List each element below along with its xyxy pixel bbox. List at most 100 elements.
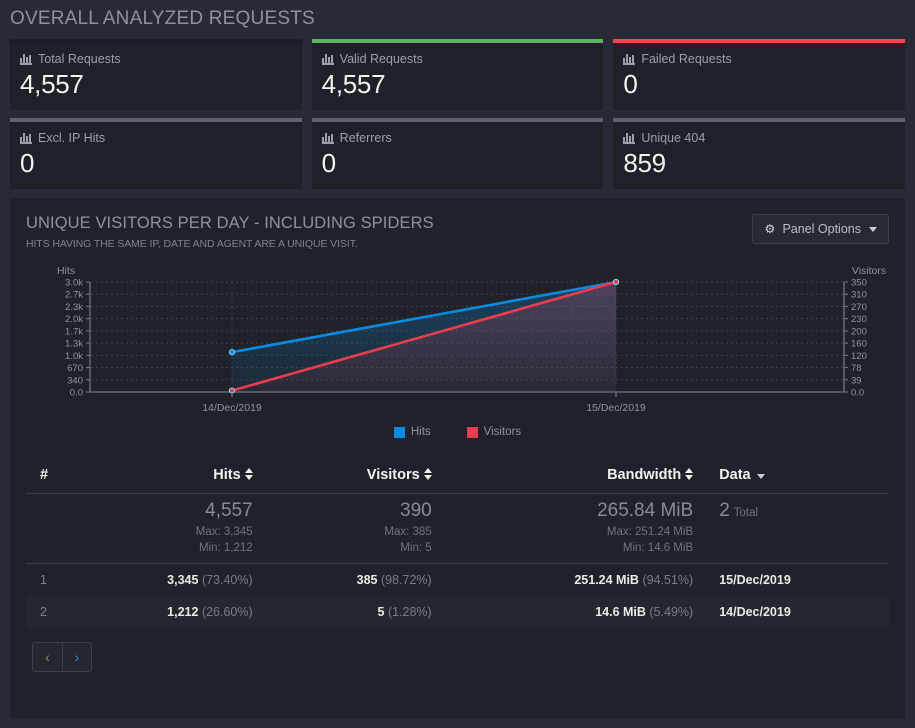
row-hits-value: 3,345: [167, 572, 199, 587]
card-failed-requests: Failed Requests 0: [613, 39, 906, 110]
pagination: ‹ ›: [26, 641, 889, 672]
bar-chart-icon: [623, 53, 636, 65]
row-bandwidth-pct: (94.51%): [642, 572, 694, 587]
svg-text:230: 230: [851, 314, 867, 325]
legend-label-visitors: Visitors: [483, 426, 522, 438]
card-referrers-label-text: Referrers: [339, 131, 392, 145]
visitors-panel: UNIQUE VISITORS PER DAY - INCLUDING SPID…: [10, 198, 905, 719]
svg-text:78: 78: [851, 363, 862, 374]
row-hits-pct: (73.40%): [201, 572, 253, 587]
svg-text:2.3k: 2.3k: [65, 302, 83, 313]
svg-text:39: 39: [851, 375, 862, 386]
chevron-right-icon[interactable]: ›: [62, 641, 92, 672]
dashboard-page: OVERALL ANALYZED REQUESTS Total Requests…: [0, 0, 915, 728]
legend-label-hits: Hits: [410, 426, 431, 438]
table-header-row: # Hits Visitors Bandwidth Data: [26, 459, 889, 494]
summary-bandwidth-cell: 265.84 MiB Max: 251.24 MiB Min: 14.6 MiB: [444, 494, 705, 563]
data-table-body: 4,557 Max: 3,345 Min: 1,212 390 Max: 385…: [26, 494, 889, 628]
th-bandwidth[interactable]: Bandwidth: [443, 459, 706, 494]
summary-hits-min: Min: 1,212: [198, 542, 253, 554]
legend-item-hits[interactable]: Hits: [393, 426, 431, 438]
sort-icon: [685, 468, 694, 480]
th-hits-label: Hits: [213, 467, 241, 483]
card-referrers-value: 0: [321, 148, 336, 178]
card-total-requests-value: 4,557: [20, 69, 84, 99]
row-bandwidth-value: 251.24 MiB: [574, 572, 639, 587]
card-failed-requests-label-text: Failed Requests: [641, 52, 732, 66]
card-unique-404-label: Unique 404: [623, 130, 895, 146]
legend-swatch-visitors: [466, 426, 478, 438]
card-failed-requests-label: Failed Requests: [623, 51, 895, 67]
row-index: 2: [40, 604, 47, 619]
summary-visitors-max: Max: 385: [384, 526, 432, 538]
card-unique-404: Unique 404 859: [613, 118, 906, 189]
visitors-chart-svg: Hits Visitors 0.03406701.0k1.3k1.7k2.0k2…: [57, 265, 886, 414]
svg-text:670: 670: [67, 363, 83, 374]
card-excl-ip-hits: Excl. IP Hits 0: [10, 118, 302, 189]
card-total-requests-label: Total Requests: [20, 51, 292, 67]
summary-row: 4,557 Max: 3,345 Min: 1,212 390 Max: 385…: [26, 494, 889, 563]
caret-down-icon: [869, 226, 877, 232]
bar-chart-icon: [20, 53, 32, 65]
card-valid-requests-value: 4,557: [321, 69, 386, 99]
summary-visitors-total: 390: [400, 500, 432, 521]
card-unique-404-label-text: Unique 404: [641, 131, 706, 145]
row-hits: 3,345 (73.40%): [66, 563, 265, 596]
th-data[interactable]: Data: [705, 459, 889, 494]
data-table-head: # Hits Visitors Bandwidth Data: [26, 459, 889, 494]
row-data: 14/Dec/2019: [719, 604, 791, 619]
bar-chart-icon: [623, 132, 636, 144]
th-index: #: [26, 459, 66, 494]
data-table: # Hits Visitors Bandwidth Data 4,557 Max…: [26, 459, 889, 628]
th-data-label: Data: [719, 467, 751, 483]
svg-text:2.7k: 2.7k: [65, 290, 83, 301]
legend-swatch-hits: [393, 426, 405, 438]
row-hits-pct: (26.60%): [201, 604, 253, 619]
row-hits-value: 1,212: [167, 604, 199, 619]
svg-text:270: 270: [851, 302, 867, 313]
summary-visitors-min: Min: 5: [400, 542, 432, 554]
bar-chart-icon: [321, 53, 334, 65]
bar-chart-icon: [321, 132, 334, 144]
panel-options-label: Panel Options: [782, 222, 861, 236]
chevron-left-icon[interactable]: ‹: [32, 641, 62, 672]
summary-count-label: Total: [733, 507, 759, 519]
chart-legend: Hits Visitors: [26, 426, 889, 438]
row-bandwidth: 14.6 MiB (5.49%): [444, 596, 705, 628]
row-visitors: 5 (1.28%): [265, 596, 444, 628]
svg-text:310: 310: [851, 290, 867, 301]
card-excl-ip-hits-value: 0: [20, 148, 35, 178]
card-excl-ip-hits-label-text: Excl. IP Hits: [38, 131, 106, 145]
summary-count-value: 2: [719, 500, 730, 521]
card-unique-404-value: 859: [623, 148, 666, 178]
card-referrers-label: Referrers: [321, 130, 594, 146]
gear-icon: ⚙: [764, 222, 776, 236]
row-index: 1: [40, 572, 47, 587]
overall-cards-row-2: Excl. IP Hits 0 Referrers 0 Unique 404 8…: [10, 118, 906, 189]
svg-text:15/Dec/2019: 15/Dec/2019: [586, 402, 646, 414]
overall-cards-row-1: Total Requests 4,557 Valid Requests 4,55…: [10, 39, 906, 110]
legend-item-visitors[interactable]: Visitors: [466, 426, 522, 438]
summary-bandwidth-max: Max: 251.24 MiB: [606, 526, 694, 538]
card-referrers: Referrers 0: [311, 118, 604, 189]
table-row[interactable]: 1 3,345 (73.40%) 385 (98.72%) 251.24 MiB…: [26, 563, 889, 596]
sort-icon: [244, 468, 253, 480]
svg-text:0.0: 0.0: [70, 388, 83, 399]
bar-chart-icon: [20, 132, 32, 144]
visitors-chart: Hits Visitors 0.0 340 670 1.0k 1.3k 1.7k 2.0k 2…: [26, 264, 889, 449]
svg-text:200: 200: [851, 326, 867, 337]
svg-text:Hits: Hits: [57, 265, 75, 277]
card-excl-ip-hits-label: Excl. IP Hits: [20, 130, 292, 146]
panel-header: UNIQUE VISITORS PER DAY - INCLUDING SPID…: [26, 214, 889, 260]
table-row[interactable]: 2 1,212 (26.60%) 5 (1.28%) 14.6 MiB (5.4…: [26, 595, 889, 628]
row-hits: 1,212 (26.60%): [66, 596, 265, 628]
summary-hits-total: 4,557: [205, 500, 253, 521]
panel-options-button[interactable]: ⚙ Panel Options: [752, 214, 889, 244]
th-hits[interactable]: Hits: [66, 459, 265, 494]
th-visitors[interactable]: Visitors: [264, 459, 444, 494]
row-visitors-value: 385: [356, 572, 378, 587]
card-valid-requests-label: Valid Requests: [321, 51, 594, 67]
overall-cards: Total Requests 4,557 Valid Requests 4,55…: [0, 30, 915, 189]
svg-text:3.0k: 3.0k: [65, 278, 83, 289]
row-visitors: 385 (98.72%): [265, 563, 444, 596]
